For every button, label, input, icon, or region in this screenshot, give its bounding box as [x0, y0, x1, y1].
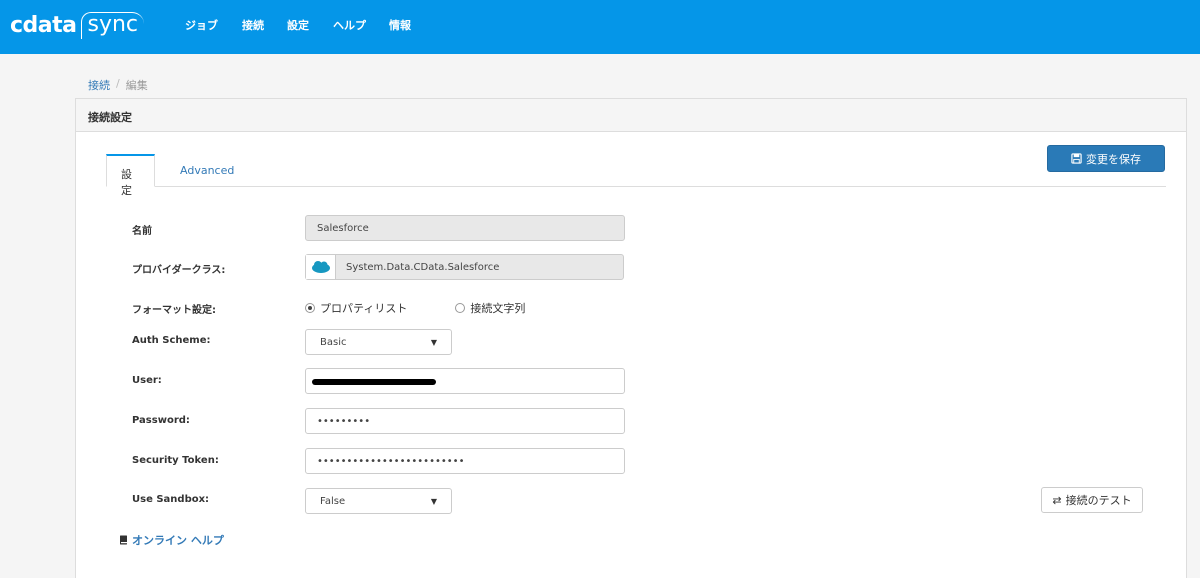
name-label: 名前 [132, 226, 152, 237]
nav-item-settings[interactable]: 設定 [287, 17, 309, 33]
connection-settings-panel: 接続設定 設定 Advanced 変更を保存 名前 Salesforce プロバ… [75, 98, 1187, 578]
name-field[interactable]: Salesforce [305, 215, 625, 241]
test-connection-label: 接続のテスト [1065, 494, 1132, 507]
auth-scheme-select[interactable]: Basic ▼ [305, 329, 452, 355]
online-help-link[interactable]: オンライン ヘルプ [119, 532, 224, 548]
user-input[interactable] [305, 368, 625, 394]
format-option-connection-string-label: 接続文字列 [470, 302, 526, 315]
use-sandbox-select[interactable]: False ▼ [305, 488, 452, 514]
logo-sync-text: sync [80, 11, 145, 39]
nav-item-info[interactable]: 情報 [389, 17, 411, 33]
provider-class-field[interactable]: System.Data.CData.Salesforce [305, 254, 624, 280]
nav-item-connections[interactable]: 接続 [242, 17, 264, 33]
format-option-property-list[interactable]: プロパティリスト [305, 300, 407, 316]
redacted-user-value [312, 379, 436, 385]
cdata-sync-logo[interactable]: cdata sync [10, 8, 145, 42]
exchange-arrows-icon: ⇄ [1052, 493, 1062, 507]
radio-checked-icon [305, 303, 315, 313]
floppy-disk-icon [1071, 153, 1082, 164]
salesforce-cloud-icon [306, 255, 336, 279]
security-token-value: ••••••••••••••••••••••••• [317, 455, 465, 467]
book-icon [120, 535, 127, 545]
breadcrumb-current: 編集 [125, 79, 148, 92]
breadcrumb: 接続 / 編集 [88, 77, 148, 93]
tab-settings[interactable]: 設定 [106, 154, 155, 197]
nav-item-jobs[interactable]: ジョブ [185, 17, 218, 33]
security-token-input[interactable]: ••••••••••••••••••••••••• [305, 448, 625, 474]
tab-bar: 設定 Advanced [106, 154, 1166, 197]
provider-class-label: プロバイダークラス: [132, 265, 226, 276]
use-sandbox-value: False [320, 495, 346, 507]
provider-class-value: System.Data.CData.Salesforce [346, 261, 500, 273]
logo-cdata-text: cdata [10, 12, 77, 38]
nav-item-help[interactable]: ヘルプ [333, 17, 366, 33]
security-token-label: Security Token: [132, 455, 219, 466]
auth-scheme-value: Basic [320, 336, 347, 348]
use-sandbox-label: Use Sandbox: [132, 494, 210, 505]
format-radio-group: プロパティリスト 接続文字列 [305, 300, 525, 316]
format-label: フォーマット設定: [132, 305, 216, 316]
save-changes-button[interactable]: 変更を保存 [1047, 145, 1165, 172]
caret-down-icon: ▼ [430, 496, 437, 506]
password-input[interactable]: ••••••••• [305, 408, 625, 434]
password-value: ••••••••• [317, 415, 371, 427]
format-option-property-list-label: プロパティリスト [320, 302, 408, 315]
caret-down-icon: ▼ [430, 337, 437, 347]
top-navbar: cdata sync ジョブ 接続 設定 ヘルプ 情報 [0, 0, 1200, 54]
name-value: Salesforce [317, 222, 369, 234]
panel-title: 接続設定 [76, 99, 1186, 132]
breadcrumb-separator: / [116, 77, 120, 90]
save-changes-label: 変更を保存 [1086, 152, 1141, 166]
password-label: Password: [132, 415, 190, 426]
format-option-connection-string[interactable]: 接続文字列 [455, 300, 525, 316]
auth-scheme-label: Auth Scheme: [132, 335, 211, 346]
test-connection-button[interactable]: ⇄ 接続のテスト [1041, 487, 1143, 513]
user-label: User: [132, 375, 162, 386]
online-help-label: オンライン ヘルプ [132, 534, 224, 547]
breadcrumb-connections-link[interactable]: 接続 [88, 77, 110, 93]
radio-unchecked-icon [455, 303, 466, 313]
tab-advanced[interactable]: Advanced [166, 154, 248, 187]
